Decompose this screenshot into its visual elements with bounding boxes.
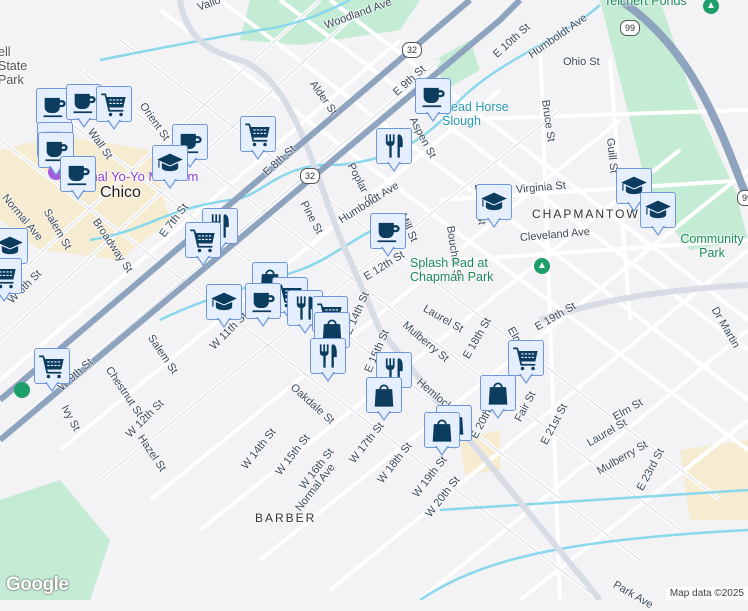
graduation-cap-icon — [480, 188, 508, 216]
marker-box — [415, 78, 451, 114]
shopping-marker[interactable] — [366, 377, 402, 425]
shopping-cart-icon — [38, 352, 66, 380]
grocery-marker[interactable] — [0, 258, 22, 306]
marker-box — [370, 213, 406, 249]
marker-pointer — [651, 225, 665, 236]
coffee-cup-icon — [374, 217, 402, 245]
marker-pointer — [71, 189, 85, 200]
marker-pointer — [487, 217, 501, 228]
shopping-cart-icon — [244, 120, 272, 148]
shopping-marker[interactable] — [480, 375, 516, 423]
marker-box — [424, 412, 460, 448]
fork-knife-icon — [380, 132, 408, 160]
shopping-cart-icon — [100, 90, 128, 118]
graduation-cap-icon — [0, 232, 24, 260]
map-data-attribution[interactable]: Map data ©2025 — [665, 587, 748, 600]
route-32-shield: 32 — [300, 168, 320, 184]
marker-box — [640, 192, 676, 228]
coffee-shop-marker[interactable] — [60, 156, 96, 204]
marker-box — [0, 258, 22, 294]
marker-box — [508, 340, 544, 376]
marker-box — [240, 116, 276, 152]
marker-pointer — [377, 410, 391, 421]
marker-pointer — [519, 373, 533, 384]
marker-pointer — [491, 408, 505, 419]
shopping-cart-icon — [0, 262, 18, 290]
route-99-shield: 99 — [737, 190, 748, 206]
coffee-shop-marker[interactable] — [245, 283, 281, 331]
restaurant-marker[interactable] — [376, 128, 412, 176]
park-pin-icon[interactable] — [14, 382, 30, 398]
marker-pointer — [45, 381, 59, 392]
marker-pointer — [381, 246, 395, 257]
marker-box — [310, 338, 346, 374]
google-logo: Google — [6, 574, 69, 595]
shopping-cart-icon — [189, 226, 217, 254]
marker-box — [152, 145, 188, 181]
marker-box — [60, 156, 96, 192]
graduation-cap-icon — [156, 149, 184, 177]
grocery-marker[interactable] — [240, 116, 276, 164]
coffee-cup-icon — [249, 287, 277, 315]
marker-box — [185, 222, 221, 258]
school-marker[interactable] — [640, 192, 676, 240]
marker-box — [376, 128, 412, 164]
coffee-cup-icon — [40, 92, 68, 120]
shopping-cart-icon — [512, 344, 540, 372]
graduation-cap-icon — [210, 288, 238, 316]
grocery-marker[interactable] — [34, 348, 70, 396]
marker-box — [480, 375, 516, 411]
grocery-marker[interactable] — [185, 222, 221, 270]
marker-pointer — [107, 119, 121, 130]
park-label[interactable]: Splash Pad at Chapman Park — [410, 256, 530, 284]
shopping-bag-icon — [484, 379, 512, 407]
route-99-shield: 99 — [620, 20, 640, 36]
marker-pointer — [0, 291, 11, 302]
graduation-cap-icon — [644, 196, 672, 224]
coffee-cup-icon — [419, 82, 447, 110]
park-pin-icon[interactable]: ▲ — [534, 258, 550, 274]
neighborhood-label: BARBER — [255, 511, 317, 525]
coffee-shop-marker[interactable] — [370, 213, 406, 261]
shopping-bag-icon — [428, 416, 456, 444]
marker-box — [206, 284, 242, 320]
fork-knife-icon — [314, 342, 342, 370]
route-32-shield: 32 — [402, 42, 422, 58]
marker-pointer — [256, 316, 270, 327]
marker-pointer — [163, 178, 177, 189]
school-marker[interactable] — [476, 184, 512, 232]
marker-box — [96, 86, 132, 122]
coffee-cup-icon — [70, 88, 98, 116]
park-label[interactable]: Teichert Ponds — [604, 0, 687, 8]
marker-pointer — [217, 317, 231, 328]
street-label: Ohio St — [563, 56, 600, 68]
marker-pointer — [251, 149, 265, 160]
marker-pointer — [426, 111, 440, 122]
marker-pointer — [196, 255, 210, 266]
marker-pointer — [387, 161, 401, 172]
restaurant-marker[interactable] — [310, 338, 346, 386]
coffee-cup-icon — [64, 160, 92, 188]
water-label: Dead Horse Slough — [442, 100, 509, 128]
commercial-area — [680, 440, 748, 520]
marker-box — [245, 283, 281, 319]
marker-box — [366, 377, 402, 413]
dead-horse-slough — [89, 4, 601, 242]
park-label[interactable]: Community Park — [672, 232, 748, 260]
shopping-marker[interactable] — [424, 412, 460, 460]
school-marker[interactable] — [152, 145, 188, 193]
school-marker[interactable] — [206, 284, 242, 332]
coffee-shop-marker[interactable] — [415, 78, 451, 126]
marker-pointer — [77, 117, 91, 128]
marker-pointer — [627, 201, 641, 212]
grocery-marker[interactable] — [96, 86, 132, 134]
marker-box — [476, 184, 512, 220]
city-label: Chico — [100, 184, 141, 201]
marker-pointer — [298, 323, 312, 334]
park-label: ell State Park — [0, 45, 28, 87]
marker-pointer — [435, 445, 449, 456]
shopping-bag-icon — [370, 381, 398, 409]
marker-pointer — [321, 371, 335, 382]
marker-box — [34, 348, 70, 384]
